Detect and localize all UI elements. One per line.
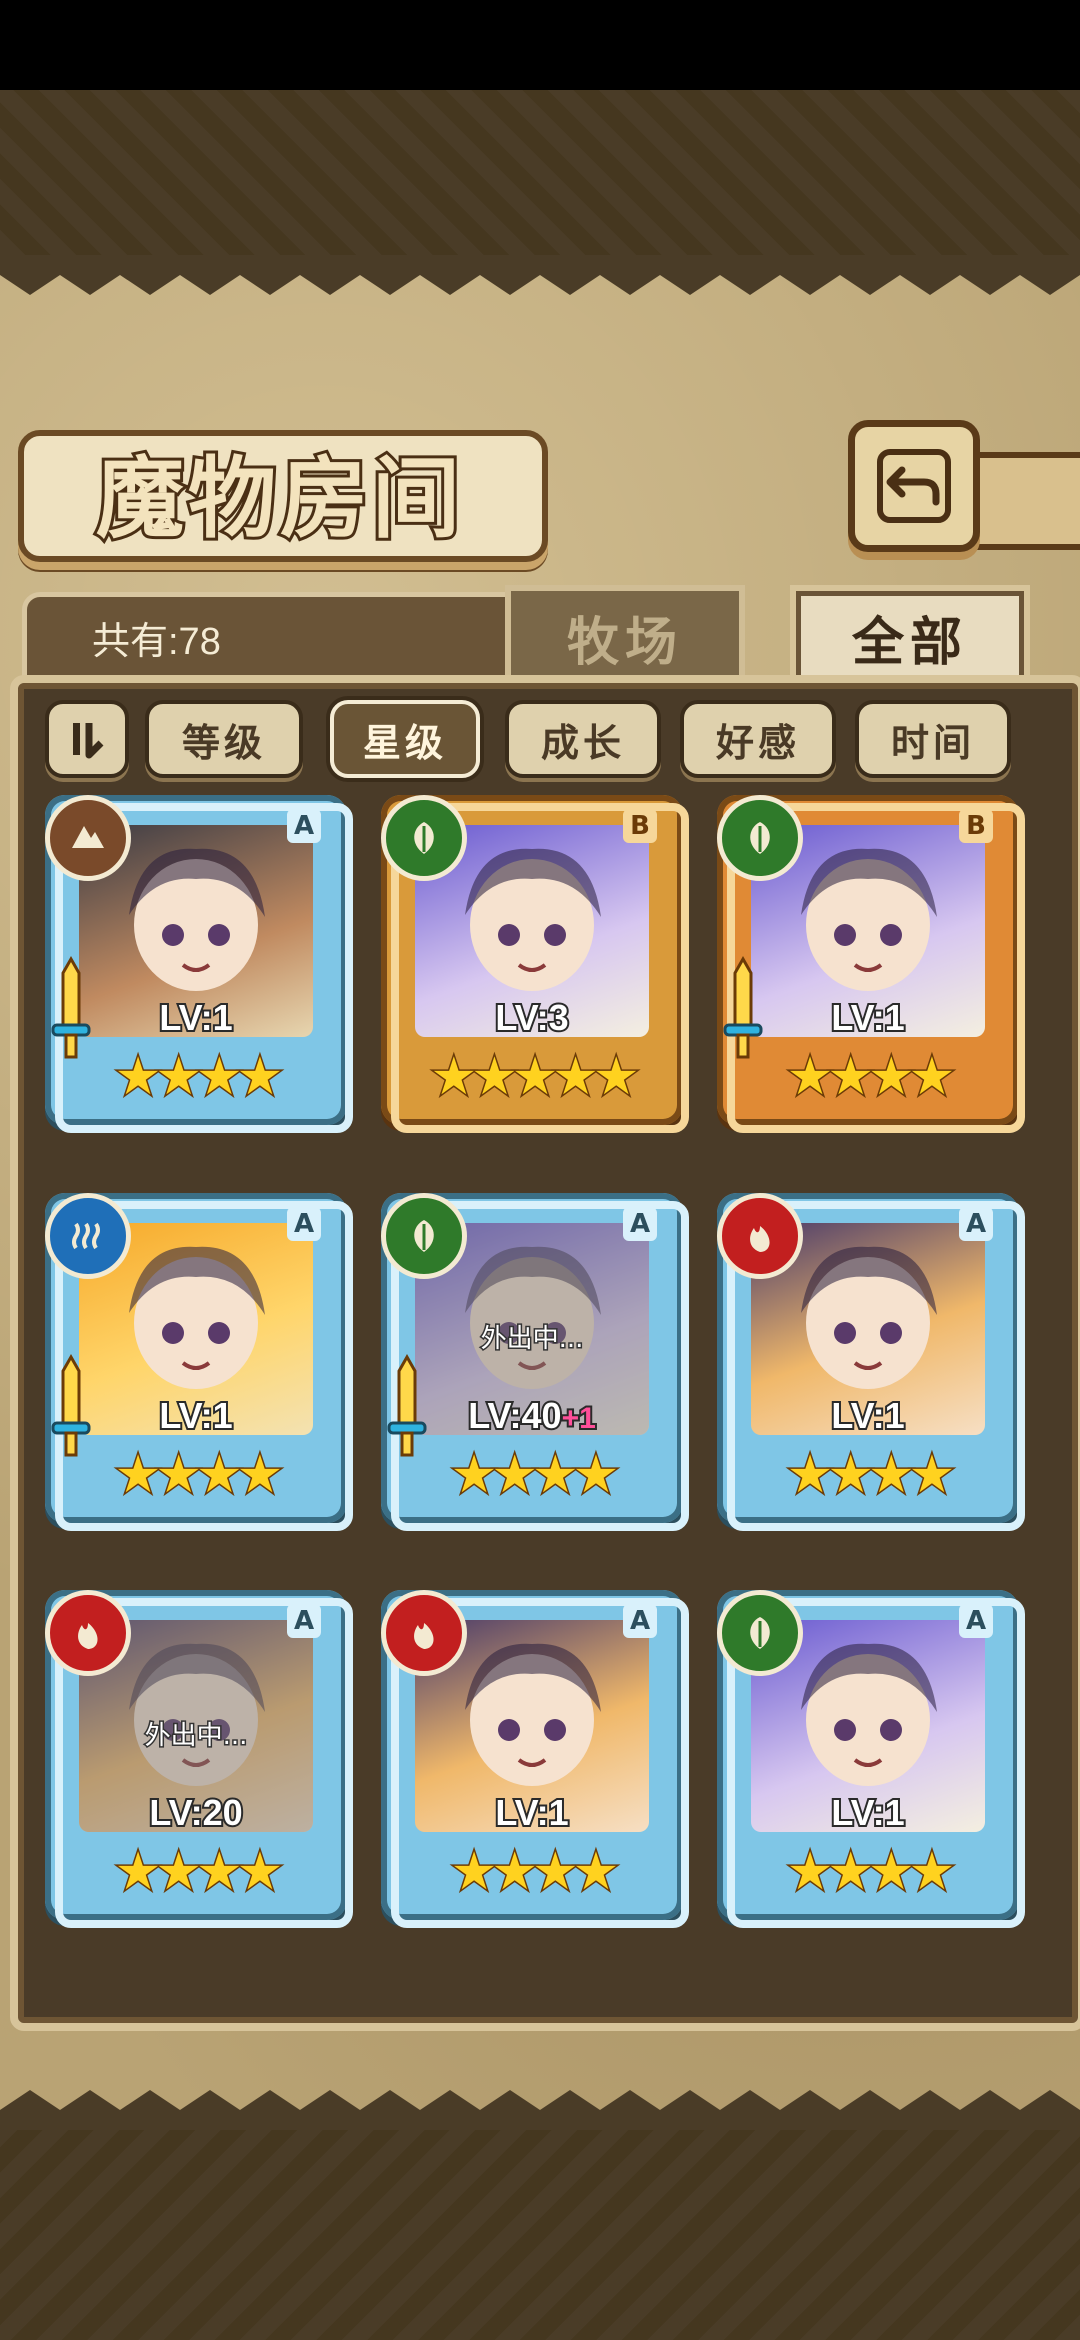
nature-element-icon (717, 1590, 803, 1676)
monster-card[interactable]: B LV:3 ★★★★★ (381, 795, 689, 1133)
earth-element-icon (45, 795, 131, 881)
map-background-bottom (0, 2130, 1080, 2340)
monster-level: LV:1 (829, 995, 906, 1040)
page-title: 魔物房间 (93, 443, 464, 553)
monster-card[interactable]: B LV:1 ★★★★ (717, 795, 1025, 1133)
monster-level: LV:1 (829, 1393, 906, 1438)
sort-order-button[interactable] (45, 700, 129, 778)
star-rating: ★★★★ (785, 1047, 956, 1107)
tab-all[interactable]: 全部 (790, 585, 1030, 683)
monster-card[interactable]: A LV:1 ★★★★ (717, 1590, 1025, 1928)
monster-card[interactable]: A LV:1 ★★★★ (45, 795, 353, 1133)
return-arrow-icon (877, 449, 951, 523)
sort-star-button[interactable]: 星级 (330, 700, 480, 778)
zigzag-border-top (0, 255, 1080, 295)
star-rating: ★★★★★ (429, 1047, 641, 1107)
monster-card[interactable]: 外出中... A LV:20 ★★★★ (45, 1590, 353, 1928)
star-rating: ★★★★ (785, 1445, 956, 1505)
monster-level: LV:20 (147, 1790, 244, 1835)
monster-level: LV:1 (157, 995, 234, 1040)
monster-level: LV:3 (493, 995, 570, 1040)
star-rating: ★★★★ (449, 1445, 620, 1505)
rank-badge: A (287, 809, 321, 843)
sort-affection-button[interactable]: 好感 (680, 700, 836, 778)
back-button[interactable] (848, 420, 980, 552)
sort-time-button[interactable]: 时间 (855, 700, 1011, 778)
rank-badge: B (959, 809, 993, 843)
rank-badge: A (959, 1207, 993, 1241)
status-bar (0, 0, 1080, 90)
fire-element-icon (381, 1590, 467, 1676)
rank-badge: A (623, 1207, 657, 1241)
monster-level: LV:40+1 (466, 1393, 598, 1438)
star-rating: ★★★★ (113, 1842, 284, 1902)
fire-element-icon (717, 1193, 803, 1279)
monster-card[interactable]: A LV:1 ★★★★ (717, 1193, 1025, 1531)
water-element-icon (45, 1193, 131, 1279)
back-button-rail (966, 452, 1080, 550)
monster-card[interactable]: A LV:1 ★★★★ (45, 1193, 353, 1531)
monster-count: 共有:78 (92, 621, 221, 663)
monster-level: LV:1 (493, 1790, 570, 1835)
monster-level: LV:1 (157, 1393, 234, 1438)
away-status-label: 外出中... (143, 1720, 249, 1753)
monster-card[interactable]: A LV:1 ★★★★ (381, 1590, 689, 1928)
sort-bar: 等级 星级 成长 好感 时间 (45, 700, 1035, 780)
fire-element-icon (45, 1590, 131, 1676)
star-rating: ★★★★ (113, 1047, 284, 1107)
tab-ranch[interactable]: 牧场 (505, 585, 745, 683)
nature-element-icon (381, 795, 467, 881)
nature-element-icon (381, 1193, 467, 1279)
sort-growth-button[interactable]: 成长 (505, 700, 661, 778)
rank-badge: A (287, 1604, 321, 1638)
rank-badge: A (287, 1207, 321, 1241)
level-bonus: +1 (560, 1400, 598, 1437)
nature-element-icon (717, 795, 803, 881)
monster-level: LV:1 (829, 1790, 906, 1835)
rank-badge: A (959, 1604, 993, 1638)
zigzag-border-bottom (0, 2090, 1080, 2130)
star-rating: ★★★★ (113, 1445, 284, 1505)
star-rating: ★★★★ (785, 1842, 956, 1902)
rank-badge: A (623, 1604, 657, 1638)
rank-badge: B (623, 809, 657, 843)
monster-card[interactable]: 外出中... A LV:40+1 ★★★★ (381, 1193, 689, 1531)
sort-order-icon (73, 723, 104, 759)
away-status-label: 外出中... (479, 1323, 585, 1356)
map-background-top (0, 90, 1080, 255)
star-rating: ★★★★ (449, 1842, 620, 1902)
sort-level-button[interactable]: 等级 (145, 700, 303, 778)
